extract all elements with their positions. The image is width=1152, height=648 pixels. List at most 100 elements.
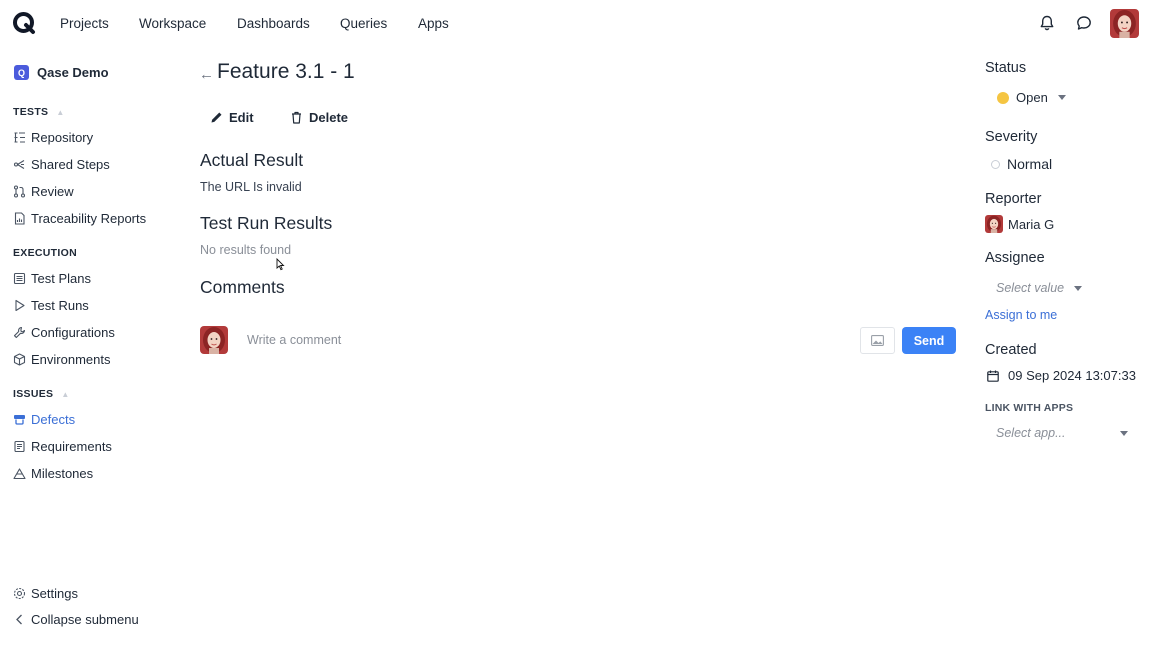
- chat-icon[interactable]: [1075, 14, 1093, 32]
- back-arrow-icon[interactable]: ←: [199, 66, 214, 83]
- test-run-results-heading: Test Run Results: [200, 213, 333, 233]
- sidebar-item-repository[interactable]: Repository: [13, 130, 93, 145]
- nav-projects[interactable]: Projects: [60, 16, 109, 31]
- sidebar-item-review[interactable]: Review: [13, 184, 74, 199]
- assignee-select[interactable]: Select value: [996, 281, 1083, 295]
- project-badge-icon: Q: [14, 65, 29, 80]
- edit-label: Edit: [229, 110, 254, 125]
- sidebar: Q Qase Demo TESTS ▲ Repository Shared St…: [0, 48, 180, 648]
- collapse-submenu-button[interactable]: Collapse submenu: [13, 612, 139, 627]
- sidebar-item-label: Milestones: [31, 466, 94, 481]
- comment-author-avatar: [200, 326, 228, 354]
- reporter-name: Maria G: [1008, 216, 1055, 232]
- reporter-avatar: [985, 215, 1003, 233]
- qase-logo-icon[interactable]: [12, 11, 36, 35]
- sidebar-item-milestones[interactable]: Milestones: [13, 466, 93, 481]
- section-tests-label: TESTS: [13, 106, 49, 118]
- chevron-down-icon: [1057, 95, 1066, 100]
- project-switcher[interactable]: Q Qase Demo: [14, 65, 109, 80]
- chevron-up-icon: ▲: [61, 389, 70, 399]
- sidebar-item-test-plans[interactable]: Test Plans: [13, 271, 91, 286]
- sidebar-item-shared-steps[interactable]: Shared Steps: [13, 157, 110, 172]
- sidebar-item-label: Test Plans: [31, 271, 91, 286]
- nav-queries[interactable]: Queries: [340, 16, 387, 31]
- severity-dropdown[interactable]: Normal: [991, 156, 1052, 172]
- assign-to-me-link[interactable]: Assign to me: [985, 308, 1057, 322]
- share-icon: [13, 160, 25, 169]
- link-app-select[interactable]: Select app...: [996, 426, 1128, 440]
- delete-button[interactable]: Delete: [290, 110, 348, 125]
- test-run-results-empty: No results found: [200, 243, 292, 257]
- section-issues[interactable]: ISSUES ▲: [13, 388, 70, 400]
- actual-result-text: The URL Is invalid: [200, 180, 302, 194]
- status-value: Open: [1016, 90, 1048, 105]
- comment-input[interactable]: [240, 326, 850, 354]
- sidebar-item-test-runs[interactable]: Test Runs: [13, 298, 89, 313]
- user-avatar[interactable]: [1110, 9, 1139, 38]
- chevron-up-icon: ▲: [56, 107, 65, 117]
- send-button[interactable]: Send: [902, 327, 956, 354]
- sidebar-item-label: Environments: [31, 352, 111, 367]
- sidebar-item-label: Requirements: [31, 439, 112, 454]
- status-label: Status: [985, 60, 1027, 76]
- reporter-value-row: Maria G: [985, 215, 1054, 233]
- status-dropdown[interactable]: Open: [997, 90, 1066, 105]
- actual-result-heading: Actual Result: [200, 150, 304, 170]
- top-navigation-bar: Projects Workspace Dashboards Queries Ap…: [0, 0, 1152, 48]
- play-icon: [15, 299, 25, 312]
- sidebar-item-label: Test Runs: [31, 298, 89, 313]
- list-tree-icon: [14, 132, 25, 143]
- page-title: Feature 3.1 - 1: [217, 60, 355, 83]
- sidebar-item-label: Collapse submenu: [31, 612, 139, 627]
- wrench-icon: [13, 326, 26, 339]
- project-name: Qase Demo: [37, 65, 109, 80]
- mountain-icon: [13, 468, 26, 480]
- sidebar-item-label: Shared Steps: [31, 157, 110, 172]
- nav-workspace[interactable]: Workspace: [139, 16, 206, 31]
- calendar-icon: [987, 370, 999, 382]
- sidebar-item-requirements[interactable]: Requirements: [13, 439, 112, 454]
- nav-apps[interactable]: Apps: [418, 16, 449, 31]
- bug-icon: [14, 415, 25, 425]
- sidebar-item-label: Review: [31, 184, 74, 199]
- severity-dot-icon: [991, 159, 1000, 169]
- severity-label: Severity: [985, 129, 1038, 145]
- sidebar-item-label: Settings: [31, 586, 78, 601]
- section-issues-label: ISSUES: [13, 388, 54, 400]
- document-icon: [14, 440, 25, 453]
- nav-dashboards[interactable]: Dashboards: [237, 16, 310, 31]
- cube-icon: [13, 353, 26, 366]
- created-label: Created: [985, 342, 1037, 358]
- mouse-cursor-icon: [276, 258, 285, 271]
- reporter-label: Reporter: [985, 191, 1042, 207]
- sidebar-item-label: Defects: [31, 412, 76, 427]
- created-value: 09 Sep 2024 13:07:33: [1008, 368, 1136, 383]
- link-with-apps-label: LINK WITH APPS: [985, 402, 1074, 414]
- section-execution-label: EXECUTION: [13, 247, 77, 259]
- link-app-placeholder: Select app...: [996, 426, 1066, 440]
- gear-icon: [13, 587, 26, 600]
- sidebar-settings[interactable]: Settings: [13, 586, 78, 601]
- chevron-down-icon: [1074, 285, 1083, 291]
- section-tests[interactable]: TESTS ▲: [13, 106, 65, 118]
- status-dot-icon: [997, 91, 1009, 104]
- image-icon: [871, 335, 884, 346]
- section-execution[interactable]: EXECUTION: [13, 247, 77, 259]
- sidebar-item-configurations[interactable]: Configurations: [13, 325, 115, 340]
- edit-button[interactable]: Edit: [210, 110, 254, 125]
- comments-heading: Comments: [200, 277, 285, 297]
- created-value-row: 09 Sep 2024 13:07:33: [987, 368, 1136, 383]
- sidebar-item-label: Repository: [31, 130, 94, 145]
- chevron-left-icon: [16, 614, 22, 625]
- sidebar-item-environments[interactable]: Environments: [13, 352, 110, 367]
- trash-icon: [292, 111, 301, 124]
- sidebar-item-label: Configurations: [31, 325, 115, 340]
- delete-label: Delete: [309, 110, 349, 125]
- attach-image-button[interactable]: [860, 327, 895, 354]
- git-pull-request-icon: [13, 185, 26, 198]
- assignee-label: Assignee: [985, 250, 1045, 266]
- sidebar-item-defects[interactable]: Defects: [13, 412, 75, 427]
- pencil-icon: [211, 112, 222, 123]
- bell-icon[interactable]: [1038, 14, 1056, 32]
- sidebar-item-traceability-reports[interactable]: Traceability Reports: [13, 211, 146, 226]
